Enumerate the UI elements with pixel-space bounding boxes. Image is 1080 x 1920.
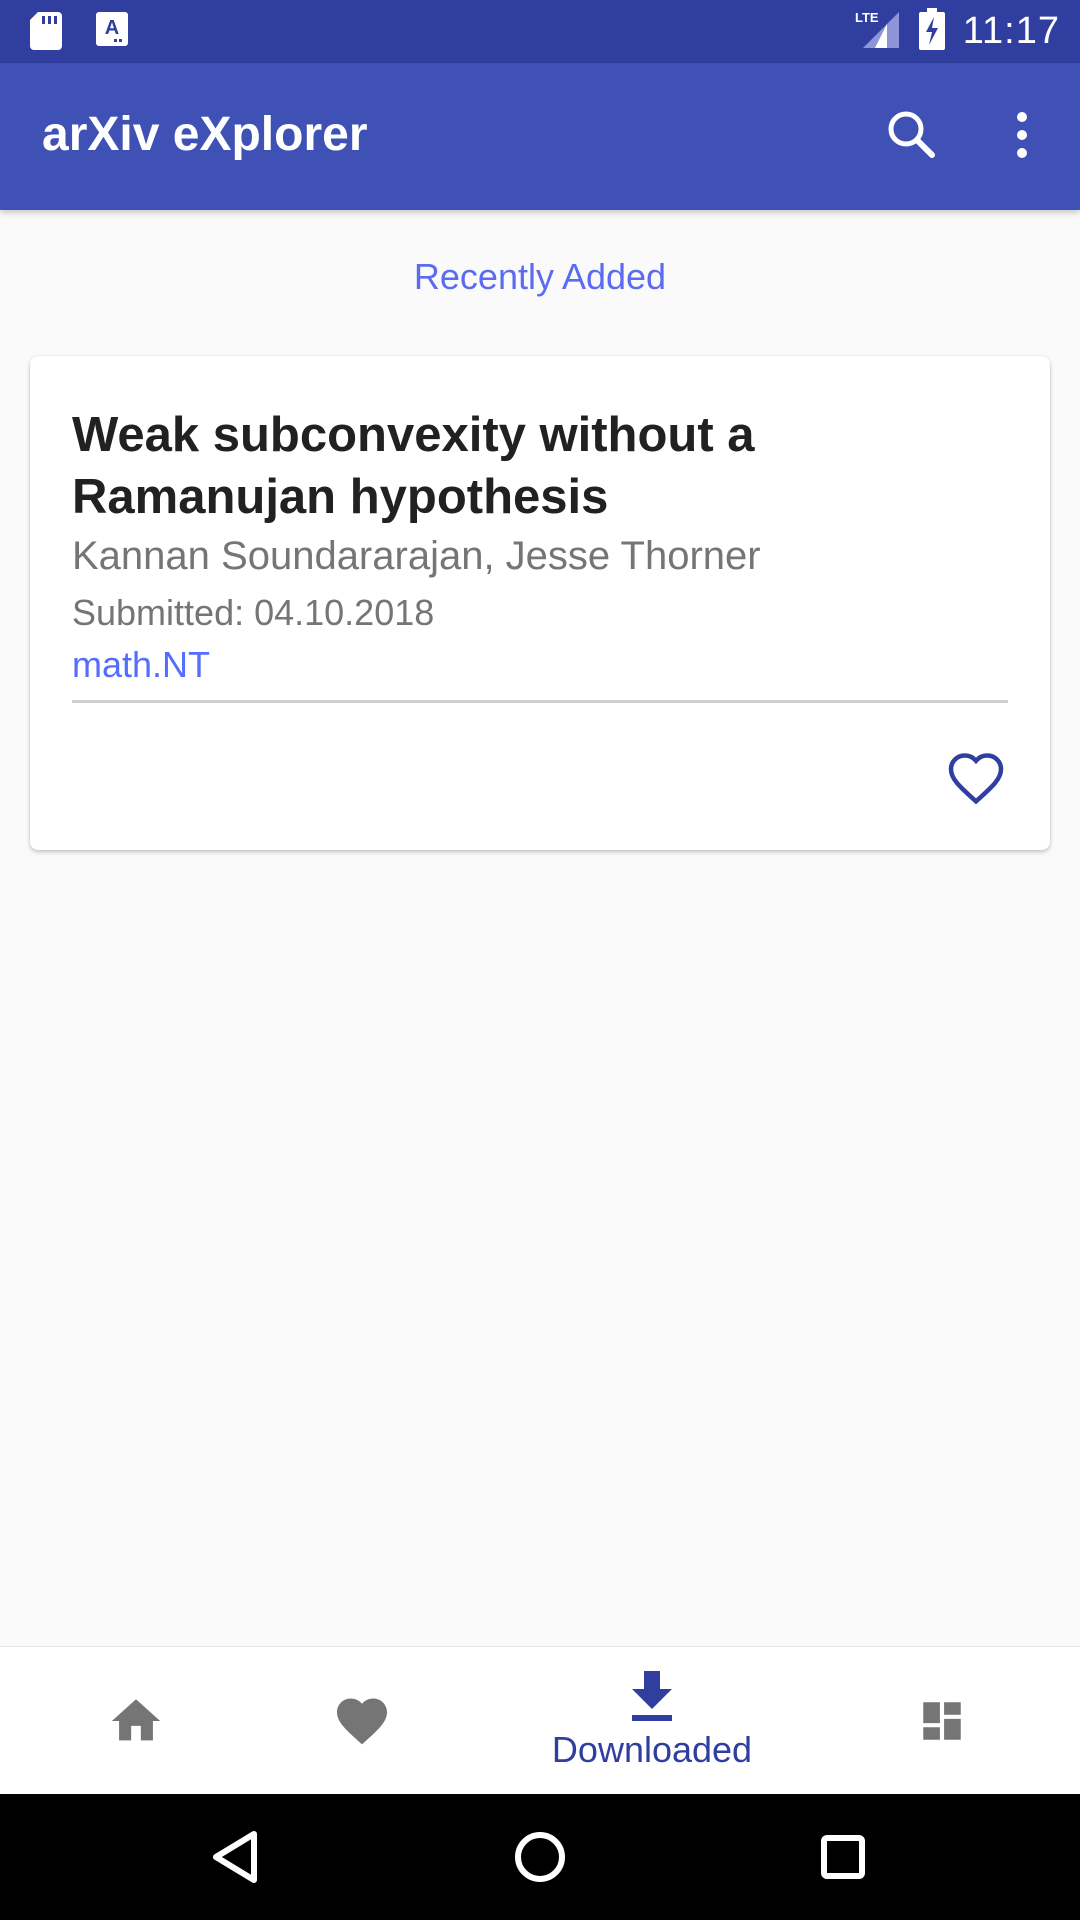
lte-signal-icon: LTE [855,8,901,54]
status-bar: A LTE 11:17 [0,0,1080,63]
battery-charging-icon [918,8,945,54]
download-icon [632,1671,672,1721]
system-navigation-bar [0,1794,1080,1920]
font-a-icon: A [96,12,128,54]
paper-submitted-date: Submitted: 04.10.2018 [72,592,435,633]
favorite-button[interactable] [946,748,1006,808]
nav-dashboard[interactable] [884,1647,1000,1795]
nav-downloaded-label: Downloaded [551,1729,753,1770]
paper-card[interactable]: Weak subconvexity without a Ramanujan hy… [30,356,1050,850]
nav-downloaded[interactable]: Downloaded [520,1647,784,1795]
home-icon [111,1699,161,1741]
heart-icon [337,1698,387,1745]
bottom-navigation: Downloaded [0,1646,1080,1795]
system-back-button[interactable] [204,1824,270,1890]
dashboard-icon [923,1702,961,1740]
clock: 11:17 [962,9,1060,52]
system-recent-apps-button[interactable] [810,1824,876,1890]
lte-label: LTE [855,10,879,25]
card-divider [72,700,1008,703]
section-heading: Recently Added [413,256,667,297]
app-bar: arXiv eXplorer [0,63,1080,210]
paper-title[interactable]: Weak subconvexity without a Ramanujan hy… [72,404,972,528]
nav-home[interactable] [78,1647,194,1795]
nav-favorites[interactable] [304,1647,420,1795]
paper-authors: Kannan Soundararajan, Jesse Thorner [72,534,761,578]
system-home-button[interactable] [507,1824,573,1890]
paper-category[interactable]: math.NT [72,644,210,686]
more-options-button[interactable] [1000,105,1044,165]
search-button[interactable] [882,105,942,165]
back-icon [213,1831,257,1883]
recent-apps-icon [821,1835,865,1879]
search-icon [888,111,935,158]
heart-outline-icon [948,753,1004,805]
svg-text:A: A [105,17,119,39]
more-vert-icon [1017,112,1027,158]
app-title: arXiv eXplorer [42,108,368,161]
sd-card-icon [30,12,62,54]
home-circle-icon [515,1832,565,1882]
